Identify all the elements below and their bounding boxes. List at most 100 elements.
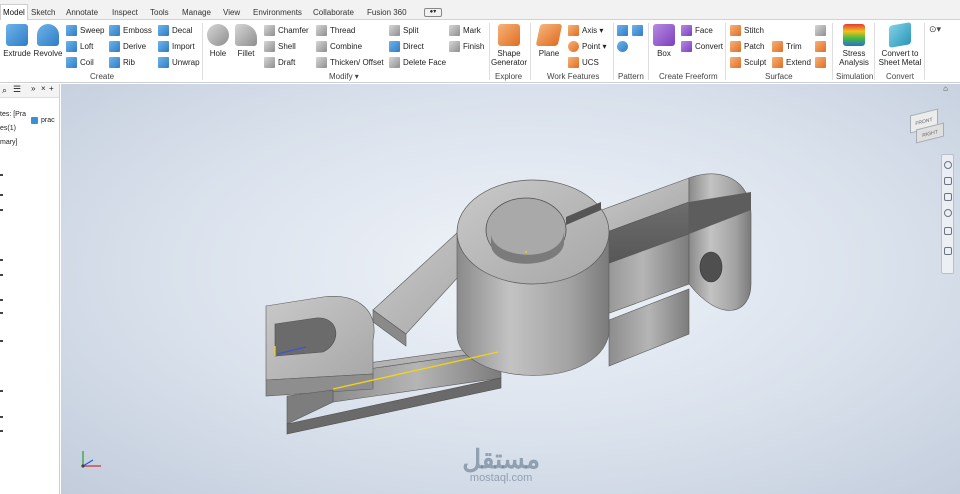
view-face-icon[interactable]	[944, 247, 952, 255]
circular-pattern-button[interactable]	[617, 40, 631, 53]
rib-button[interactable]: Rib	[109, 56, 135, 69]
thicken-offset-button[interactable]: Thicken/ Offset	[316, 56, 384, 69]
browser-document-tab[interactable]: prac	[31, 117, 55, 124]
delete-face-button[interactable]: Delete Face	[389, 56, 446, 69]
freeform-face-button[interactable]: Face	[681, 24, 713, 37]
browser-menu-icon[interactable]: ☰	[13, 84, 21, 95]
finish-icon	[449, 41, 460, 52]
loft-icon	[66, 41, 77, 52]
direct-button[interactable]: Direct	[389, 40, 424, 53]
point-icon	[568, 41, 579, 52]
stress-analysis-button[interactable]: Stress Analysis	[836, 24, 872, 67]
trim-button[interactable]: Trim	[772, 40, 802, 53]
browser-header: ⌕ ☰ » × +	[0, 84, 59, 98]
shell-button[interactable]: Shell	[264, 40, 296, 53]
browser-add-icon[interactable]: +	[49, 84, 54, 93]
fillet-button[interactable]: Fillet	[233, 24, 259, 58]
stitch-button[interactable]: Stitch	[730, 24, 764, 37]
tab-sketch[interactable]: Sketch	[31, 6, 55, 20]
right-fork-arm[interactable]	[595, 173, 752, 367]
unwrap-button[interactable]: Unwrap	[158, 56, 200, 69]
browser-close-icon[interactable]: ×	[41, 84, 46, 93]
loft-button[interactable]: Loft	[66, 40, 93, 53]
look-at-icon[interactable]	[944, 227, 952, 235]
ribbon-options-dropdown[interactable]: ⊙▾	[929, 24, 945, 35]
derive-button[interactable]: Derive	[109, 40, 146, 53]
graphics-viewport[interactable]: FRONT RIGHT ⌂ مستقل mostaql.com	[61, 84, 960, 494]
ribbon-toggle-icon[interactable]: ●▾	[424, 8, 442, 17]
sheet-metal-icon	[889, 22, 911, 48]
tab-collaborate[interactable]: Collaborate	[313, 6, 354, 20]
emboss-button[interactable]: Emboss	[109, 24, 152, 37]
orbit-icon[interactable]	[944, 209, 952, 217]
extrude-button[interactable]: Extrude	[2, 24, 32, 58]
chamfer-icon	[264, 25, 275, 36]
tree-node-marker	[0, 299, 3, 301]
pan-icon[interactable]	[944, 177, 952, 185]
decal-button[interactable]: Decal	[158, 24, 192, 37]
shape-generator-button[interactable]: Shape Generator	[491, 24, 527, 67]
tab-environments[interactable]: Environments	[253, 6, 302, 20]
tab-tools[interactable]: Tools	[150, 6, 169, 20]
freeform-convert-button[interactable]: Convert	[681, 40, 723, 53]
surface-tool-button[interactable]	[815, 40, 829, 53]
coil-button[interactable]: Coil	[66, 56, 94, 69]
sweep-icon	[66, 25, 77, 36]
browser-tree-line[interactable]: tes: [Pra	[0, 111, 26, 118]
revolve-button[interactable]: Revolve	[33, 24, 63, 58]
tab-view[interactable]: View	[223, 6, 240, 20]
shell-icon	[264, 41, 275, 52]
rib-icon	[109, 57, 120, 68]
axis-button[interactable]: Axis ▾	[568, 24, 603, 37]
mirror-button[interactable]	[632, 24, 646, 37]
tree-node-marker	[0, 174, 3, 176]
modify-group-label[interactable]: Modify ▾	[329, 72, 359, 81]
browser-tree-line[interactable]: mary]	[0, 139, 18, 146]
patch-button[interactable]: Patch	[730, 40, 764, 53]
draft-button[interactable]: Draft	[264, 56, 295, 69]
emboss-icon	[109, 25, 120, 36]
replace-face-icon	[815, 25, 826, 36]
fit-mesh-face-icon	[815, 57, 826, 68]
zoom-icon[interactable]	[944, 193, 952, 201]
split-button[interactable]: Split	[389, 24, 419, 37]
browser-tree-line[interactable]: es(1)	[0, 125, 16, 132]
central-hub[interactable]	[456, 179, 610, 376]
rectangular-pattern-icon	[617, 25, 628, 36]
sculpt-button[interactable]: Sculpt	[730, 56, 766, 69]
direct-icon	[389, 41, 400, 52]
convert-to-sheet-metal-button[interactable]: Convert to Sheet Metal	[877, 22, 923, 67]
browser-search-icon[interactable]: ⌕	[2, 85, 7, 96]
combine-button[interactable]: Combine	[316, 40, 362, 53]
browser-expand-icon[interactable]: »	[31, 84, 35, 93]
freeform-box-button[interactable]: Box	[651, 24, 677, 58]
rectangular-pattern-button[interactable]	[617, 24, 631, 37]
hole-button[interactable]: Hole	[205, 24, 231, 58]
mark-button[interactable]: Mark	[449, 24, 481, 37]
tree-node-marker	[0, 430, 3, 432]
chamfer-button[interactable]: Chamfer	[264, 24, 309, 37]
revolve-icon	[37, 24, 59, 46]
point-button[interactable]: Point ▾	[568, 40, 606, 53]
surface-tool-button[interactable]	[815, 24, 829, 37]
home-view-icon[interactable]: ⌂	[943, 84, 948, 93]
freeform-convert-icon	[681, 41, 692, 52]
tab-fusion-360[interactable]: Fusion 360	[367, 6, 407, 20]
import-button[interactable]: Import	[158, 40, 195, 53]
tab-inspect[interactable]: Inspect	[112, 6, 138, 20]
navigation-bar	[941, 154, 954, 274]
viewcube[interactable]: FRONT RIGHT	[908, 108, 944, 144]
tab-model[interactable]: Model	[0, 4, 28, 21]
tab-annotate[interactable]: Annotate	[66, 6, 98, 20]
tab-manage[interactable]: Manage	[182, 6, 211, 20]
extend-button[interactable]: Extend	[772, 56, 811, 69]
steering-wheel-icon[interactable]	[944, 161, 952, 169]
part-model[interactable]	[61, 84, 960, 494]
surface-tool-button[interactable]	[815, 56, 829, 69]
sweep-button[interactable]: Sweep	[66, 24, 104, 37]
sculpt-icon	[730, 57, 741, 68]
thread-button[interactable]: Thread	[316, 24, 355, 37]
finish-button[interactable]: Finish	[449, 40, 484, 53]
plane-button[interactable]: Plane	[535, 24, 563, 58]
ucs-button[interactable]: UCS	[568, 56, 599, 69]
